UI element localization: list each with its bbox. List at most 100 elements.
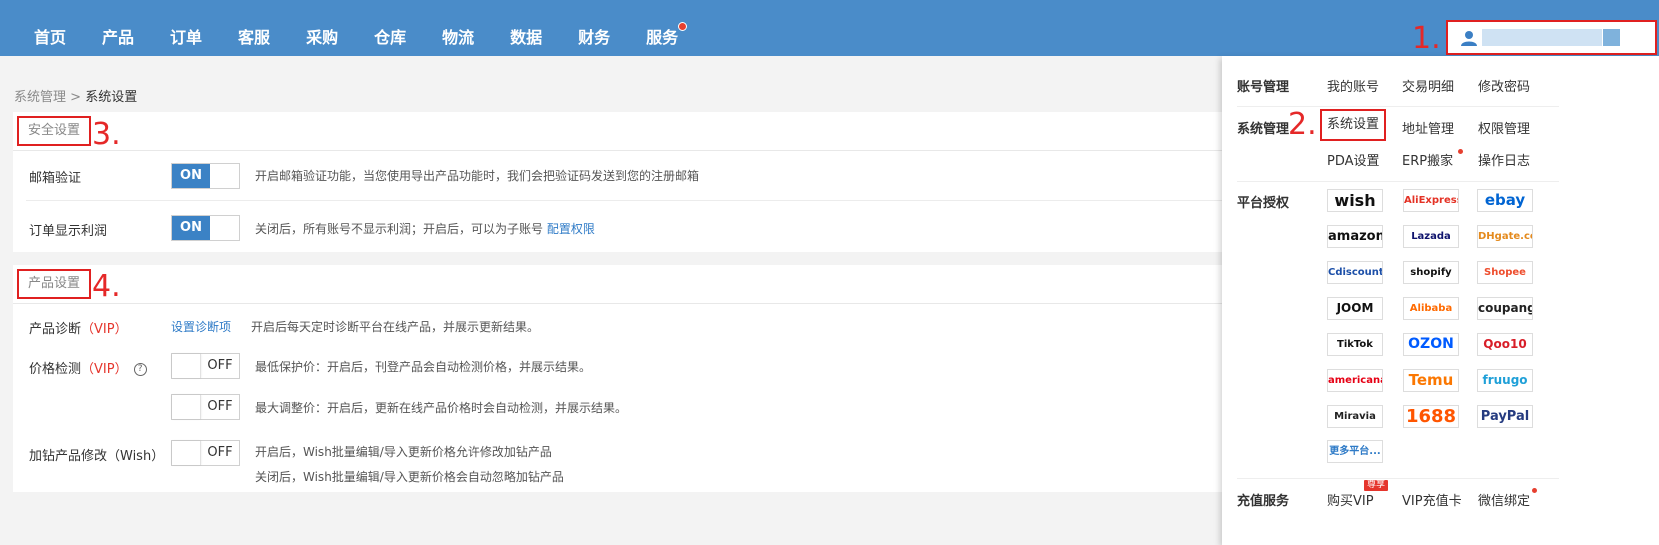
nav-purchase[interactable]: 采购 (288, 0, 356, 56)
annotation-4: 4. (92, 269, 121, 304)
platform-tile-dhgate-com[interactable]: DHgate.com (1477, 225, 1533, 248)
platform-tile-fruugo[interactable]: fruugo (1477, 369, 1533, 392)
account-management-label: 账号管理 (1237, 80, 1290, 95)
platform-auth-label: 平台授权 (1237, 196, 1290, 211)
platform-logo-text: Miravia (1334, 411, 1376, 422)
nav-warehouse[interactable]: 仓库 (356, 0, 424, 56)
platform-logo-text: DHgate.com (1478, 231, 1532, 242)
notification-dot (1532, 488, 1537, 493)
premium-badge: 尊享 (1364, 480, 1389, 491)
change-password-link[interactable]: 修改密码 (1478, 76, 1530, 95)
transactions-link[interactable]: 交易明细 (1402, 76, 1454, 95)
nav-products[interactable]: 产品 (84, 0, 152, 56)
order-profit-desc: 关闭后，所有账号不显示利润；开启后，可以为子账号 配置权限 (255, 220, 595, 237)
platform-logo-text: Temu (1408, 371, 1454, 389)
nav-data[interactable]: 数据 (492, 0, 560, 56)
user-icon (1461, 31, 1477, 46)
platform-tile-paypal[interactable]: PayPal (1477, 405, 1533, 428)
security-panel-title: 安全设置 (17, 116, 92, 146)
email-verify-label: 邮箱验证 (29, 171, 82, 186)
platform-logo-text: PayPal (1480, 409, 1530, 424)
address-management-link[interactable]: 地址管理 (1402, 118, 1454, 137)
diagnosis-settings-link[interactable]: 设置诊断项 (171, 318, 231, 335)
platform-logo-text: Shopee (1484, 267, 1526, 278)
system-management-label: 系统管理 (1237, 122, 1290, 137)
breadcrumb-parent[interactable]: 系统管理 (14, 90, 66, 105)
wish-diamond-label: 加钻产品修改（Wish） (29, 449, 165, 464)
permission-management-link[interactable]: 权限管理 (1478, 118, 1530, 137)
more-platforms-link[interactable]: 更多平台... (1327, 440, 1383, 463)
buy-vip-link[interactable]: 购买VIP (1327, 490, 1374, 509)
platform-tile-americanas[interactable]: americanas (1327, 369, 1383, 392)
email-verify-toggle[interactable]: ON (171, 163, 240, 189)
menu-separator (1237, 181, 1559, 182)
help-icon[interactable]: ? (133, 363, 147, 376)
platform-tile-shopee[interactable]: Shopee (1477, 261, 1533, 284)
platform-tile-coupang[interactable]: coupang (1477, 297, 1533, 320)
security-settings-panel: 安全设置 邮箱验证 ON 开启邮箱验证功能，当您使用导出产品功能时，我们会把验证… (13, 112, 1225, 252)
wish-diamond-toggle-label: OFF (207, 445, 233, 460)
nav-service-label: 服务 (646, 28, 679, 47)
platform-tile-ebay[interactable]: ebay (1477, 189, 1533, 212)
annotation-1: 1. (1412, 21, 1441, 56)
platform-tile-qoo10[interactable]: Qoo10 (1477, 333, 1533, 356)
platform-logo-text: TikTok (1337, 339, 1373, 350)
nav-finance[interactable]: 财务 (560, 0, 628, 56)
platform-tile-aliexpress[interactable]: AliExpress (1403, 189, 1459, 212)
platform-tile-amazon[interactable]: amazon (1327, 225, 1383, 248)
product-diagnosis-text: 产品诊断 (29, 322, 82, 337)
breadcrumb: 系统管理 > 系统设置 (14, 86, 137, 105)
platform-logo-text: americanas (1328, 375, 1382, 386)
platform-tile-temu[interactable]: Temu (1403, 369, 1459, 392)
row-divider (26, 200, 1225, 201)
platform-tile-ozon[interactable]: OZON (1403, 333, 1459, 356)
max-price-toggle[interactable]: OFF (171, 394, 240, 420)
annotation-2: 2. (1288, 107, 1317, 142)
operation-log-link[interactable]: 操作日志 (1478, 150, 1530, 169)
order-profit-toggle[interactable]: ON (171, 215, 240, 241)
platform-tile-lazada[interactable]: Lazada (1403, 225, 1459, 248)
platform-tile-cdiscount[interactable]: Cdiscount (1327, 261, 1383, 284)
user-menu-button[interactable] (1446, 20, 1657, 55)
min-price-toggle[interactable]: OFF (171, 353, 240, 379)
min-price-desc: 最低保护价：开启后，刊登产品会自动检测价格，并展示结果。 (255, 360, 592, 374)
max-price-toggle-label: OFF (207, 399, 233, 414)
nav-service[interactable]: 服务 (628, 0, 696, 56)
nav-orders[interactable]: 订单 (152, 0, 220, 56)
platform-logo-text: Qoo10 (1483, 337, 1527, 351)
platform-logo-text: wish (1334, 191, 1376, 210)
platform-logo-text: ebay (1484, 191, 1526, 209)
menu-separator (1237, 106, 1559, 107)
platform-logo-text: Cdiscount (1328, 267, 1383, 278)
platform-tile-miravia[interactable]: Miravia (1327, 405, 1383, 428)
platform-tile-wish[interactable]: wish (1327, 189, 1383, 212)
breadcrumb-current: 系统设置 (85, 90, 138, 105)
wish-diamond-toggle[interactable]: OFF (171, 440, 240, 466)
platform-tile-alibaba[interactable]: Alibaba (1403, 297, 1459, 320)
price-check-label: 价格检测（VIP）? (29, 358, 147, 377)
notification-dot (1458, 149, 1463, 154)
system-settings-link[interactable]: 系统设置 (1320, 109, 1386, 141)
platform-tile-tiktok[interactable]: TikTok (1327, 333, 1383, 356)
my-account-link[interactable]: 我的账号 (1327, 76, 1379, 95)
pda-settings-link[interactable]: PDA设置 (1327, 150, 1380, 169)
platform-tile-1688[interactable]: 1688 (1403, 405, 1459, 428)
config-permission-link[interactable]: 配置权限 (547, 222, 595, 236)
platform-logo-text: shopify (1410, 267, 1452, 278)
user-dropdown-menu: 账号管理 我的账号 交易明细 修改密码 系统管理 2. 系统设置 地址管理 权限… (1222, 56, 1659, 545)
product-diagnosis-label: 产品诊断（VIP） (29, 318, 128, 337)
security-panel-header: 安全设置 (13, 112, 1225, 151)
platform-logo-text: 1688 (1405, 406, 1457, 427)
vip-card-link[interactable]: VIP充值卡 (1402, 490, 1462, 509)
platform-tile-shopify[interactable]: shopify (1403, 261, 1459, 284)
recharge-service-label: 充值服务 (1237, 494, 1290, 509)
platform-logo-text: AliExpress (1404, 195, 1459, 206)
nav-home[interactable]: 首页 (0, 0, 84, 56)
wechat-bind-link[interactable]: 微信绑定 (1478, 490, 1530, 509)
annotation-3: 3. (92, 117, 121, 152)
nav-logistics[interactable]: 物流 (424, 0, 492, 56)
product-settings-panel: 产品设置 产品诊断（VIP） 设置诊断项 开启后每天定时诊断平台在线产品，并展示… (13, 265, 1225, 492)
nav-customer-service[interactable]: 客服 (220, 0, 288, 56)
erp-migration-link[interactable]: ERP搬家 (1402, 150, 1453, 169)
platform-tile-joom[interactable]: JOOM (1327, 297, 1383, 320)
